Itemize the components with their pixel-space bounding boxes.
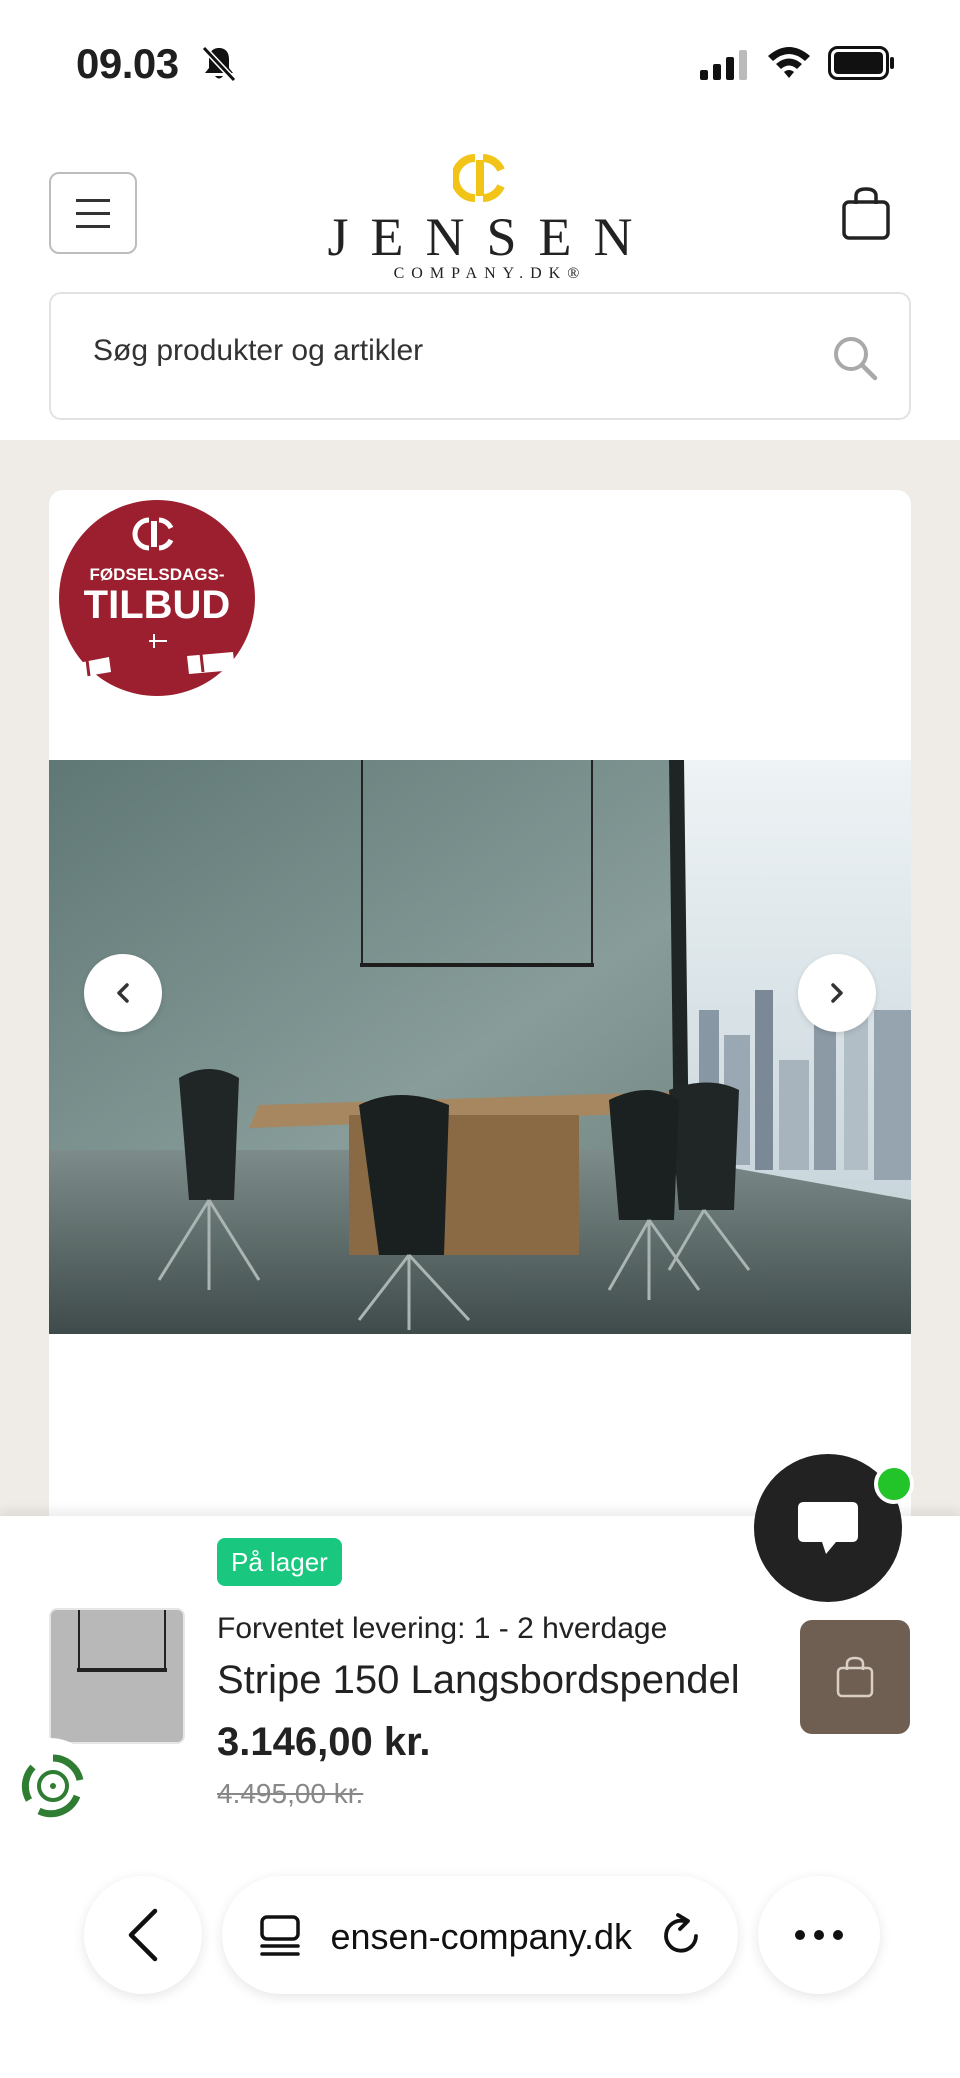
product-photo: [49, 760, 911, 1334]
chat-bubble-icon: [798, 1502, 858, 1554]
hamburger-icon: [76, 198, 110, 202]
search-box[interactable]: [49, 292, 911, 420]
chevron-left-icon: [128, 1908, 158, 1962]
bell-muted-icon: [201, 45, 237, 83]
site-header: JENSEN COMPANY.DK®: [0, 130, 960, 440]
birthday-offer-badge: FØDSELSDAGS- TILBUD: [55, 496, 259, 700]
cellular-signal-icon: [700, 48, 747, 80]
eco-badge[interactable]: [8, 1738, 98, 1834]
reload-icon[interactable]: [658, 1912, 704, 1958]
wifi-icon: [768, 47, 810, 78]
delivery-estimate: Forventet levering: 1 - 2 hverdage: [217, 1612, 668, 1645]
url-text: jensen-company.dk: [332, 1916, 632, 1957]
badge-line1: FØDSELSDAGS-: [89, 565, 224, 584]
product-gallery-card: FØDSELSDAGS- TILBUD: [49, 490, 911, 1540]
product-thumbnail[interactable]: [49, 1608, 185, 1744]
add-to-cart-button[interactable]: [800, 1620, 910, 1734]
browser-back-button[interactable]: [84, 1876, 202, 1994]
more-dots-icon: [795, 1930, 805, 1940]
recycle-leaf-icon: [21, 1754, 84, 1818]
browser-address-bar[interactable]: jensen-company.dk: [222, 1876, 738, 1994]
browser-more-button[interactable]: [758, 1876, 880, 1994]
battery-icon: [828, 46, 894, 80]
shopping-bag-icon: [836, 1656, 874, 1698]
browser-toolbar: jensen-company.dk: [0, 1860, 960, 2078]
site-logo[interactable]: JENSEN COMPANY.DK®: [300, 154, 660, 284]
product-old-price: 4.495,00 kr.: [217, 1778, 364, 1809]
search-input[interactable]: [93, 334, 793, 368]
status-bar: 09.03: [0, 0, 960, 130]
chevron-left-icon: [117, 983, 129, 1003]
carousel-prev-button[interactable]: [84, 954, 162, 1032]
menu-button[interactable]: [49, 172, 137, 254]
carousel-next-button[interactable]: [798, 954, 876, 1032]
shopping-bag-icon[interactable]: [840, 186, 892, 242]
chevron-right-icon: [831, 983, 843, 1003]
stock-status-badge: På lager: [217, 1538, 342, 1586]
logo-mark-icon: [451, 154, 505, 202]
logo-name: JENSEN: [327, 207, 655, 267]
main-content: FØDSELSDAGS- TILBUD: [0, 440, 960, 1540]
product-title: Stripe 150 Langsbordspendel: [217, 1658, 740, 1702]
tabs-icon[interactable]: [258, 1914, 302, 1958]
logo-subtitle: COMPANY.DK®: [393, 265, 587, 282]
product-price: 3.146,00 kr.: [217, 1720, 431, 1764]
online-indicator: [874, 1464, 914, 1504]
status-time: 09.03: [76, 40, 179, 87]
search-icon[interactable]: [831, 334, 879, 382]
badge-line2: TILBUD: [84, 583, 231, 627]
